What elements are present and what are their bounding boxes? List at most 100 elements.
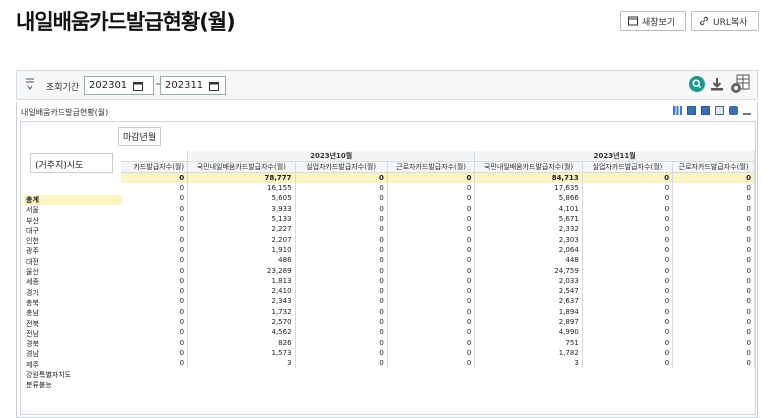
table-cell: 1,813 — [187, 275, 296, 286]
start-month-field[interactable]: 202301 — [84, 76, 154, 95]
table-cell: 1,910 — [187, 244, 296, 256]
table-cell: 1,732 — [187, 306, 296, 317]
table-cell: 0 — [582, 193, 674, 204]
table-cell: 78,777 — [187, 172, 296, 183]
table-cell: 0 — [387, 275, 476, 286]
row-header: 울산 — [26, 268, 39, 277]
table-cell: 0 — [387, 224, 476, 235]
table-cell: 0 — [672, 347, 755, 359]
table-cell: 23,289 — [187, 265, 296, 276]
table-cell: 0 — [672, 306, 755, 317]
column-header: 근로자카드발급자수(월) — [672, 161, 755, 173]
export-icon[interactable] — [743, 106, 751, 115]
end-month-field[interactable]: 202311 — [160, 76, 226, 95]
table-cell: 0 — [582, 306, 674, 317]
month-header: 2023년10월 — [187, 151, 476, 162]
search-icon[interactable] — [689, 76, 705, 92]
column-field-chip[interactable]: 마감년월 — [118, 127, 162, 146]
window-icon — [628, 16, 638, 26]
table-cell: 0 — [387, 203, 476, 214]
table-row: 0 2,343 0 0 2,637 0 0 — [121, 296, 755, 307]
url-copy-button[interactable]: URL복사 — [691, 11, 759, 31]
table-cell: 2,303 — [474, 234, 583, 245]
row-header: 세종 — [26, 278, 39, 287]
table-cell: 0 — [672, 234, 755, 245]
table-row: 0 23,289 0 0 24,759 0 0 — [121, 265, 755, 276]
table-cell: 0 — [582, 213, 674, 225]
table-cell: 0 — [582, 203, 674, 214]
table-cell: 5,133 — [187, 213, 296, 225]
table-cell: 0 — [672, 358, 755, 369]
row-field-chip[interactable]: (거주지)시도 — [30, 153, 113, 173]
table-cell: 0 — [295, 306, 388, 317]
download-icon[interactable] — [709, 76, 725, 92]
calendar-icon[interactable] — [209, 81, 220, 91]
row-header: 서울 — [26, 206, 39, 215]
table-cell: 0 — [295, 296, 388, 307]
table-cell: 0 — [672, 316, 755, 328]
table-cell: 2,897 — [474, 316, 583, 328]
grid-settings-icon[interactable] — [729, 73, 751, 95]
table-cell: 751 — [474, 337, 583, 348]
row-header: 대전 — [26, 257, 39, 266]
table-cell: 0 — [121, 358, 189, 369]
table-row: 0 4,562 0 0 4,990 0 0 — [121, 327, 755, 338]
column-header: 카드발급자수(월) — [121, 161, 189, 173]
table-cell: 3 — [474, 358, 583, 369]
new-window-button[interactable]: 새창보기 — [620, 11, 686, 31]
row-header: 충북 — [26, 298, 39, 307]
end-month-value: 202311 — [165, 80, 204, 91]
table-row: 0 1,813 0 0 2,033 0 0 — [121, 275, 755, 286]
table-cell: 0 — [582, 255, 674, 266]
row-header: 제주 — [26, 360, 39, 369]
table-row: 0 78,777 0 0 84,713 0 0 — [121, 172, 755, 183]
table-layout-icon[interactable] — [701, 106, 710, 115]
table-cell: 0 — [121, 234, 189, 245]
table-cell: 0 — [672, 285, 755, 297]
table-cell: 2,570 — [187, 316, 296, 328]
url-copy-label: URL복사 — [713, 17, 748, 28]
row-header: 부산 — [26, 216, 39, 225]
table-cell: 0 — [582, 296, 674, 307]
table-cell: 0 — [672, 255, 755, 266]
table-cell: 4,562 — [187, 327, 296, 338]
table-cell: 0 — [387, 358, 476, 369]
calendar-icon[interactable] — [133, 81, 144, 91]
copy-icon[interactable] — [715, 106, 724, 115]
table-cell: 0 — [295, 213, 388, 225]
table-cell: 0 — [295, 337, 388, 348]
table-cell: 0 — [672, 172, 755, 183]
table-cell: 0 — [295, 244, 388, 256]
table-cell: 4,101 — [474, 203, 583, 214]
row-header: 전남 — [26, 329, 39, 338]
table-cell: 0 — [672, 275, 755, 286]
table-cell: 2,033 — [474, 275, 583, 286]
chart-icon[interactable] — [673, 106, 682, 115]
table-cell: 2,332 — [474, 224, 583, 235]
table-cell: 0 — [295, 234, 388, 245]
table-cell: 0 — [582, 337, 674, 348]
row-header: 경남 — [26, 350, 39, 359]
table-cell: 0 — [387, 193, 476, 204]
table-cell: 0 — [387, 285, 476, 297]
row-header: 광주 — [26, 247, 39, 256]
table-cell: 0 — [121, 327, 189, 338]
table-cell: 0 — [672, 327, 755, 338]
filter-icon[interactable] — [729, 106, 738, 115]
row-header: 강원특별자치도 — [26, 371, 72, 380]
table-view-icon[interactable] — [687, 106, 696, 115]
table-cell: 1,894 — [474, 306, 583, 317]
table-cell: 5,866 — [474, 193, 583, 204]
row-header: 충남 — [26, 309, 39, 318]
table-cell: 0 — [582, 265, 674, 276]
collapse-toggle-icon[interactable] — [25, 77, 35, 93]
table-cell: 0 — [672, 337, 755, 348]
table-cell: 0 — [121, 255, 189, 266]
table-cell: 0 — [121, 306, 189, 317]
table-cell: 0 — [121, 244, 189, 256]
table-cell: 0 — [121, 193, 189, 204]
table-cell: 3,933 — [187, 203, 296, 214]
table-row: 0 1,573 0 0 1,782 0 0 — [121, 347, 755, 359]
table-cell: 0 — [121, 296, 189, 307]
table-row: 0 1,910 0 0 2,064 0 0 — [121, 244, 755, 256]
